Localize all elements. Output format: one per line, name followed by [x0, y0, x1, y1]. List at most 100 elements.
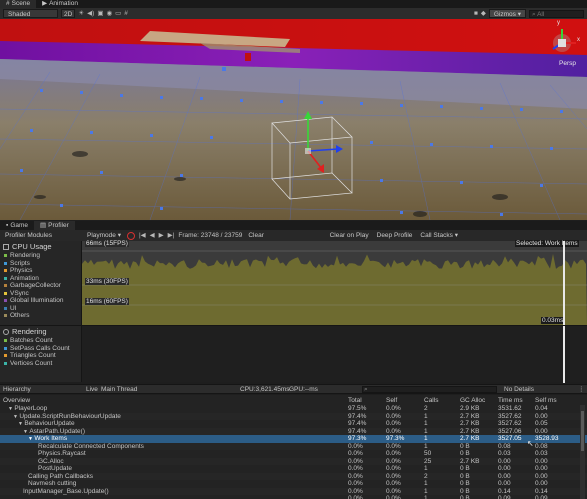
- hash-icon: #: [6, 0, 10, 7]
- step-back-icon[interactable]: |◀: [139, 231, 146, 240]
- header-overview[interactable]: Overview: [3, 397, 30, 405]
- cpu-category-item[interactable]: VSync: [0, 290, 81, 298]
- cell-gc: 2.7 KB: [460, 420, 480, 427]
- table-row[interactable]: ▼ AstarPath.Update() 97.4% 0.0% 1 2.7 KB 3527…: [0, 427, 587, 435]
- rendering-item[interactable]: Vertices Count: [0, 360, 81, 368]
- cell-self: 0.0%: [386, 472, 401, 480]
- graph-label-66ms: 66ms (15FPS): [85, 240, 129, 247]
- perspective-label[interactable]: Persp: [559, 60, 576, 67]
- cpu-usage-graph[interactable]: 66ms (15FPS) 33ms (30FPS) 16ms (60FPS) 0…: [82, 240, 587, 325]
- graph-current-value: 0.03ms: [541, 317, 565, 324]
- profiler-modules-dropdown[interactable]: Profiler Modules: [3, 231, 81, 240]
- header-self[interactable]: Self: [386, 397, 397, 405]
- clear-on-play-toggle[interactable]: Clear on Play: [328, 231, 371, 240]
- frame-selection-line[interactable]: [563, 241, 565, 325]
- rendering-graph[interactable]: [82, 325, 587, 383]
- camera-icon[interactable]: ■: [474, 9, 478, 18]
- cpu-category-item[interactable]: Global Illumination: [0, 297, 81, 305]
- rendering-module-panel[interactable]: Rendering Batches Count SetPass Calls Cou…: [0, 325, 82, 382]
- lighting-icon[interactable]: ☀: [78, 9, 84, 18]
- search-field[interactable]: ⌕ All: [529, 9, 584, 18]
- cpu-category-item[interactable]: Scripts: [0, 260, 81, 268]
- rendering-item[interactable]: Triangles Count: [0, 352, 81, 360]
- table-row[interactable]: Physics.Raycast 0.0% 0.0% 50 0 B 0.03 0.03: [0, 450, 587, 458]
- profiler-icon: ▤: [40, 221, 47, 229]
- table-scrollbar[interactable]: [580, 405, 585, 499]
- row-name-text: Recalculate Connected Components: [38, 442, 144, 450]
- rendering-item[interactable]: Batches Count: [0, 337, 81, 345]
- shading-mode-dropdown[interactable]: Shaded: [3, 9, 58, 18]
- table-row[interactable]: Navmesh cutting 0.0% 0.0% 1 0 B 0.00 0.00: [0, 480, 587, 488]
- cell-gc: 0 B: [460, 487, 470, 495]
- table-row[interactable]: GC.Alloc 0.0% 0.0% 25 2.7 KB 0.00 0.00: [0, 457, 587, 465]
- scene-camera-icon[interactable]: ▭: [115, 9, 121, 18]
- tab-profiler[interactable]: ▤ Profiler: [34, 221, 75, 230]
- table-row[interactable]: ▼ Work Items 97.3% 97.3% 1 2.7 KB 3527.05 3528…: [0, 435, 587, 443]
- thread-dropdown[interactable]: Main Thread: [101, 386, 151, 393]
- call-stacks-dropdown[interactable]: Call Stacks ▾: [418, 231, 460, 240]
- rendering-color-swatch: [4, 354, 7, 358]
- table-row[interactable]: InputManager_Base.Update() 0.0% 0.0% 1 0 B 0.…: [0, 487, 587, 496]
- scene-viewport[interactable]: y x Persp: [0, 19, 587, 220]
- cpu-category-item[interactable]: Others: [0, 312, 81, 320]
- cell-gc: 0 B: [460, 495, 470, 499]
- table-row[interactable]: Recalculate Connected Components 0.0% 0.0%…: [0, 442, 587, 450]
- cpu-category-label: Physics: [10, 267, 33, 274]
- details-search-field[interactable]: ⌕: [362, 386, 497, 393]
- previous-frame-icon[interactable]: ◀: [150, 231, 155, 240]
- cell-time: 0.14: [498, 487, 511, 495]
- header-gc-alloc[interactable]: GC Alloc: [460, 397, 485, 405]
- cpu-category-item[interactable]: GarbageCollector: [0, 282, 81, 290]
- cpu-category-item[interactable]: Animation: [0, 275, 81, 283]
- gizmo-settings-icon[interactable]: ◆: [481, 9, 486, 18]
- cell-total: 97.5%: [348, 405, 367, 412]
- header-time-ms[interactable]: Time ms: [498, 397, 523, 405]
- clear-button[interactable]: Clear: [246, 231, 266, 240]
- profiler-modules-label: Profiler Modules: [5, 232, 52, 239]
- header-total[interactable]: Total: [348, 397, 362, 405]
- search-icon: ⌕: [532, 10, 536, 18]
- row-name-text: InputManager_Base.Update(): [23, 487, 109, 495]
- cpu-module-panel[interactable]: CPU Usage Rendering Scripts Physics Animati…: [0, 241, 82, 325]
- table-row[interactable]: 0.0% 0.0% 1 0 B 0.09 0.09: [0, 495, 587, 499]
- effects-icon[interactable]: ▣: [97, 9, 103, 18]
- details-search-icon: ⌕: [364, 386, 368, 393]
- deep-profile-toggle[interactable]: Deep Profile: [375, 231, 415, 240]
- table-row[interactable]: ▼ Update.ScriptRunBehaviourUpdate 97.4% 0.…: [0, 412, 587, 420]
- tab-game[interactable]: ▪ Game: [0, 221, 34, 230]
- hidden-objects-icon[interactable]: ◉: [106, 9, 112, 18]
- table-row[interactable]: Calling Path Callbacks 0.0% 0.0% 2 0 B 0.00 0.…: [0, 472, 587, 480]
- details-dropdown[interactable]: No Details: [504, 386, 568, 393]
- table-scrollbar-thumb[interactable]: [581, 411, 584, 451]
- cell-total: 0.0%: [348, 495, 363, 499]
- cell-calls: 1: [424, 442, 428, 450]
- cpu-category-item[interactable]: Rendering: [0, 252, 81, 260]
- table-row[interactable]: PostUpdate 0.0% 0.0% 1 0 B 0.00 0.00: [0, 465, 587, 473]
- tab-animation[interactable]: ▶ Animation: [36, 0, 84, 8]
- hierarchy-table[interactable]: Overview Total Self Calls GC Alloc Time …: [0, 395, 587, 499]
- header-calls[interactable]: Calls: [424, 397, 438, 405]
- last-frame-icon[interactable]: ▶|: [168, 231, 175, 240]
- table-row[interactable]: ▼ PlayerLoop 97.5% 0.0% 2 2.9 KB 3531.62 0.04: [0, 405, 587, 413]
- grid-icon[interactable]: #: [124, 9, 128, 18]
- cpu-category-item[interactable]: Physics: [0, 267, 81, 275]
- target-dropdown[interactable]: Playmode ▾: [85, 231, 123, 240]
- live-toggle[interactable]: Live: [86, 386, 98, 393]
- more-options-icon[interactable]: ⋮: [578, 385, 585, 393]
- view-type-dropdown[interactable]: Hierarchy: [3, 386, 81, 393]
- row-name: InputManager_Base.Update(): [23, 488, 109, 496]
- rendering-item[interactable]: SetPass Calls Count: [0, 345, 81, 353]
- 2d-toggle-button[interactable]: 2D: [61, 9, 76, 18]
- cpu-category-item[interactable]: UI: [0, 305, 81, 313]
- gizmos-dropdown[interactable]: Gizmos ▾: [488, 9, 526, 18]
- cell-self: 0.0%: [386, 457, 401, 465]
- audio-icon[interactable]: ◀): [87, 9, 94, 18]
- next-frame-icon[interactable]: ▶: [159, 231, 164, 240]
- header-self-ms[interactable]: Self ms: [535, 397, 557, 405]
- cell-self: 0.0%: [386, 450, 401, 457]
- tab-scene[interactable]: # Scene: [0, 0, 37, 8]
- rendering-item-list: Batches Count SetPass Calls Count Triangle…: [0, 337, 81, 367]
- cell-self: 0.0%: [386, 465, 401, 472]
- record-button[interactable]: [126, 231, 135, 240]
- table-row[interactable]: ▼ BehaviourUpdate 97.4% 0.0% 1 2.7 KB 3527.62…: [0, 420, 587, 428]
